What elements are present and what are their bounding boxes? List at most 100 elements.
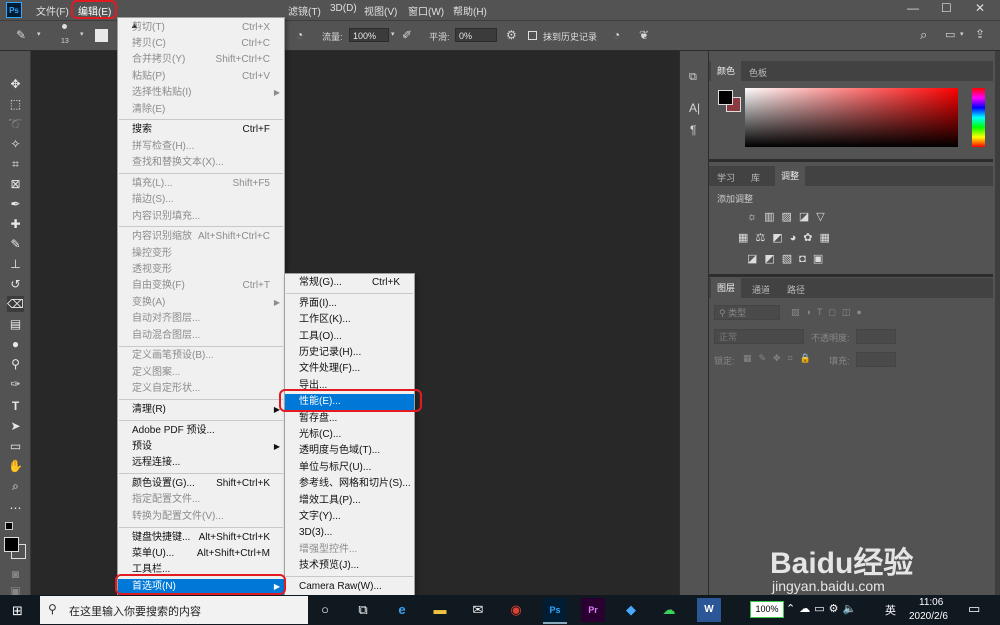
menu-item[interactable]: 历史记录(H)... — [285, 345, 414, 361]
character-panel-icon[interactable]: A| — [689, 101, 700, 115]
menu-item[interactable]: 剪切(T) Ctrl+X — [118, 20, 284, 36]
fill-input[interactable] — [856, 352, 896, 367]
menu-item[interactable]: 合并拷贝(Y) Shift+Ctrl+C — [118, 52, 284, 68]
battery-indicator[interactable]: 100% — [750, 601, 784, 618]
share-icon[interactable]: ⇪ — [975, 27, 985, 41]
workspace-icon[interactable]: ▭ — [945, 28, 955, 41]
layer-filter-icons[interactable]: ▨◑T◻◫● — [791, 307, 868, 318]
airbrush-icon[interactable]: ✐ — [402, 28, 412, 42]
menu-item[interactable]: 菜单(U)... Alt+Shift+Ctrl+M — [118, 546, 284, 562]
zoom-tool-icon[interactable]: ⌕ — [7, 478, 24, 494]
file-explorer-icon[interactable]: ▬ — [428, 598, 452, 622]
wechat-icon[interactable]: ☁ — [657, 598, 681, 622]
menu-window[interactable]: 窗口(W) — [408, 3, 444, 18]
menu-item[interactable]: 内容识别填充... — [118, 209, 284, 225]
menu-view[interactable]: 视图(V) — [364, 3, 397, 18]
gradient-tool-icon[interactable]: ▤ — [7, 316, 24, 332]
type-tool-icon[interactable]: T — [7, 398, 24, 414]
move-tool-icon[interactable]: ✥ — [7, 76, 24, 92]
eraser-tool-icon[interactable]: ⌫ — [7, 296, 24, 312]
eyedropper-tool-icon[interactable]: ✒ — [7, 196, 24, 212]
menu-item[interactable]: 预设 ▶ — [118, 439, 284, 455]
menu-item[interactable]: 填充(L)... Shift+F5 — [118, 176, 284, 192]
brush-settings-icon[interactable] — [95, 29, 108, 42]
brush-picker-chevron-icon[interactable]: ▾ — [80, 30, 84, 38]
menu-item[interactable]: 界面(I)... — [285, 296, 414, 312]
dodge-tool-icon[interactable]: ⚲ — [7, 356, 24, 372]
path-select-tool-icon[interactable]: ➤ — [7, 418, 24, 434]
clock-time[interactable]: 11:06 — [919, 597, 943, 608]
menu-item[interactable]: 工具(O)... — [285, 329, 414, 345]
chevron-down-icon[interactable]: ▾ — [37, 30, 41, 38]
edge-icon[interactable]: e — [390, 598, 414, 622]
tab-adjustments[interactable]: 调整 — [775, 166, 806, 186]
clone-stamp-tool-icon[interactable]: ⊥ — [7, 256, 24, 272]
lock-icons[interactable]: ▦✎✥⌗🔒 — [743, 353, 818, 364]
tab-learn[interactable]: 学习 — [717, 171, 735, 184]
menu-item[interactable]: 定义画笔预设(B)... — [118, 348, 284, 364]
taskbar-search-box[interactable]: ⚲ 在这里输入你要搜索的内容 — [40, 596, 308, 624]
menu-file[interactable]: 文件(F) — [36, 3, 69, 18]
close-icon[interactable]: ✕ — [975, 1, 985, 15]
more-tools-icon[interactable]: ⋯ — [7, 500, 24, 516]
adjustment-icons-row-3[interactable]: ◪◩▧◘▣ — [747, 252, 830, 265]
menu-item[interactable]: 光标(C)... — [285, 427, 414, 443]
menu-item[interactable]: 选择性粘贴(I) ▶ — [118, 85, 284, 101]
menu-item[interactable]: 自动混合图层... — [118, 328, 284, 344]
workspace-chevron-icon[interactable]: ▾ — [960, 30, 964, 38]
color-field[interactable] — [745, 88, 958, 147]
menu-item[interactable]: 定义自定形状... — [118, 381, 284, 397]
adjustment-icons-row-1[interactable]: ☼▥▨◪▽ — [747, 210, 832, 223]
tab-libraries[interactable]: 库 — [751, 171, 760, 184]
menu-item[interactable]: 透视变形 — [118, 262, 284, 278]
menu-item[interactable]: 变换(A) ▶ — [118, 295, 284, 311]
notification-icon[interactable]: ▭ — [968, 601, 980, 617]
gear-icon[interactable]: ⚙ — [506, 28, 517, 42]
menu-item[interactable]: 描边(S)... — [118, 192, 284, 208]
menu-item[interactable]: 拼写检查(H)... — [118, 139, 284, 155]
menu-3d[interactable]: 3D(D) — [330, 3, 357, 14]
brush-tool-icon[interactable]: ✎ — [7, 236, 24, 252]
premiere-taskbar-icon[interactable]: Pr — [581, 598, 605, 622]
mail-icon[interactable]: ✉ — [466, 598, 490, 622]
menu-item[interactable]: 常规(G)... Ctrl+K — [285, 275, 414, 291]
pressure-opacity-icon[interactable]: ◔ — [296, 28, 303, 42]
flow-chevron-icon[interactable]: ▾ — [391, 30, 395, 38]
quick-select-tool-icon[interactable]: ✧ — [7, 136, 24, 152]
search-icon[interactable]: ⌕ — [920, 27, 927, 43]
photoshop-taskbar-icon[interactable]: Ps — [543, 598, 567, 624]
clock-date[interactable]: 2020/2/6 — [909, 611, 948, 622]
cortana-icon[interactable]: ○ — [313, 598, 337, 622]
healing-brush-tool-icon[interactable]: ✚ — [7, 216, 24, 232]
hand-tool-icon[interactable]: ✋ — [7, 458, 24, 474]
menu-item[interactable]: 暂存盘... — [285, 411, 414, 427]
menu-item[interactable]: 自由变换(F) Ctrl+T — [118, 278, 284, 294]
menu-filter[interactable]: 滤镜(T) — [288, 3, 321, 18]
frame-tool-icon[interactable]: ⊠ — [7, 176, 24, 192]
menu-item[interactable]: Camera Raw(W)... — [285, 579, 414, 595]
paragraph-panel-icon[interactable]: ¶ — [690, 123, 696, 137]
menu-item[interactable]: 清理(R) ▶ — [118, 402, 284, 418]
adjustment-icons-row-2[interactable]: ▦⚖◩◕✿▦ — [738, 231, 837, 244]
menu-help[interactable]: 帮助(H) — [453, 3, 487, 18]
menu-item[interactable]: 文字(Y)... — [285, 509, 414, 525]
crop-tool-icon[interactable]: ⌗ — [7, 156, 24, 172]
tab-color[interactable]: 颜色 — [711, 61, 742, 81]
smoothing-input[interactable]: 0% — [455, 28, 497, 42]
menu-item[interactable]: 技术预览(J)... — [285, 558, 414, 574]
foreground-color-swatch[interactable] — [4, 537, 19, 552]
ime-indicator[interactable]: 英 — [885, 602, 896, 618]
menu-item[interactable]: 指定配置文件... — [118, 492, 284, 508]
menu-item[interactable]: 搜索 Ctrl+F — [118, 122, 284, 138]
minimize-icon[interactable]: — — [907, 1, 919, 15]
default-colors-icon[interactable] — [5, 522, 13, 530]
menu-item[interactable]: 文件处理(F)... — [285, 361, 414, 377]
maximize-icon[interactable]: ☐ — [941, 1, 952, 15]
tab-layers[interactable]: 图层 — [711, 278, 742, 298]
panel-scrollbar[interactable] — [995, 51, 1000, 595]
menu-item[interactable]: 参考线、网格和切片(S)... — [285, 476, 414, 492]
lasso-tool-icon[interactable]: ➰ — [7, 116, 24, 132]
word-taskbar-icon[interactable]: W — [697, 598, 721, 622]
menu-item[interactable]: 定义图案... — [118, 365, 284, 381]
tab-swatches[interactable]: 色板 — [749, 66, 767, 79]
